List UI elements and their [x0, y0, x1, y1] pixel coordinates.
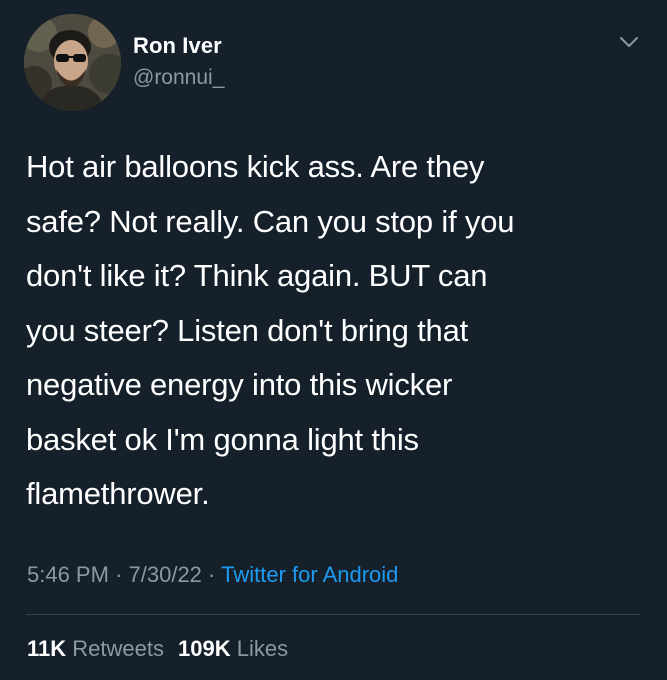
- tweet-source-link[interactable]: Twitter for Android: [221, 562, 398, 587]
- avatar[interactable]: [24, 14, 121, 111]
- chevron-down-icon[interactable]: [616, 32, 642, 52]
- tweet: Ron Iver @ronnui_ Hot air balloons kick …: [0, 0, 667, 680]
- tweet-meta: 5:46 PM · 7/30/22 · Twitter for Android: [27, 562, 398, 588]
- meta-separator: ·: [115, 562, 123, 587]
- tweet-date[interactable]: 7/30/22: [129, 562, 202, 587]
- likes-stat[interactable]: 109K Likes: [178, 636, 288, 661]
- author-handle[interactable]: @ronnui_: [133, 66, 224, 90]
- meta-separator: ·: [208, 562, 216, 587]
- retweets-stat[interactable]: 11K Retweets: [27, 636, 164, 661]
- tweet-stats: 11K Retweets 109K Likes: [27, 636, 288, 662]
- divider: [26, 614, 640, 615]
- retweets-count: 11K: [27, 636, 67, 661]
- likes-label: Likes: [236, 636, 289, 661]
- retweets-label: Retweets: [72, 636, 164, 661]
- tweet-text: Hot air balloons kick ass. Are they safe…: [26, 149, 515, 511]
- tweet-time[interactable]: 5:46 PM: [27, 562, 109, 587]
- likes-count: 109K: [178, 636, 231, 661]
- author-display-name[interactable]: Ron Iver: [133, 33, 222, 59]
